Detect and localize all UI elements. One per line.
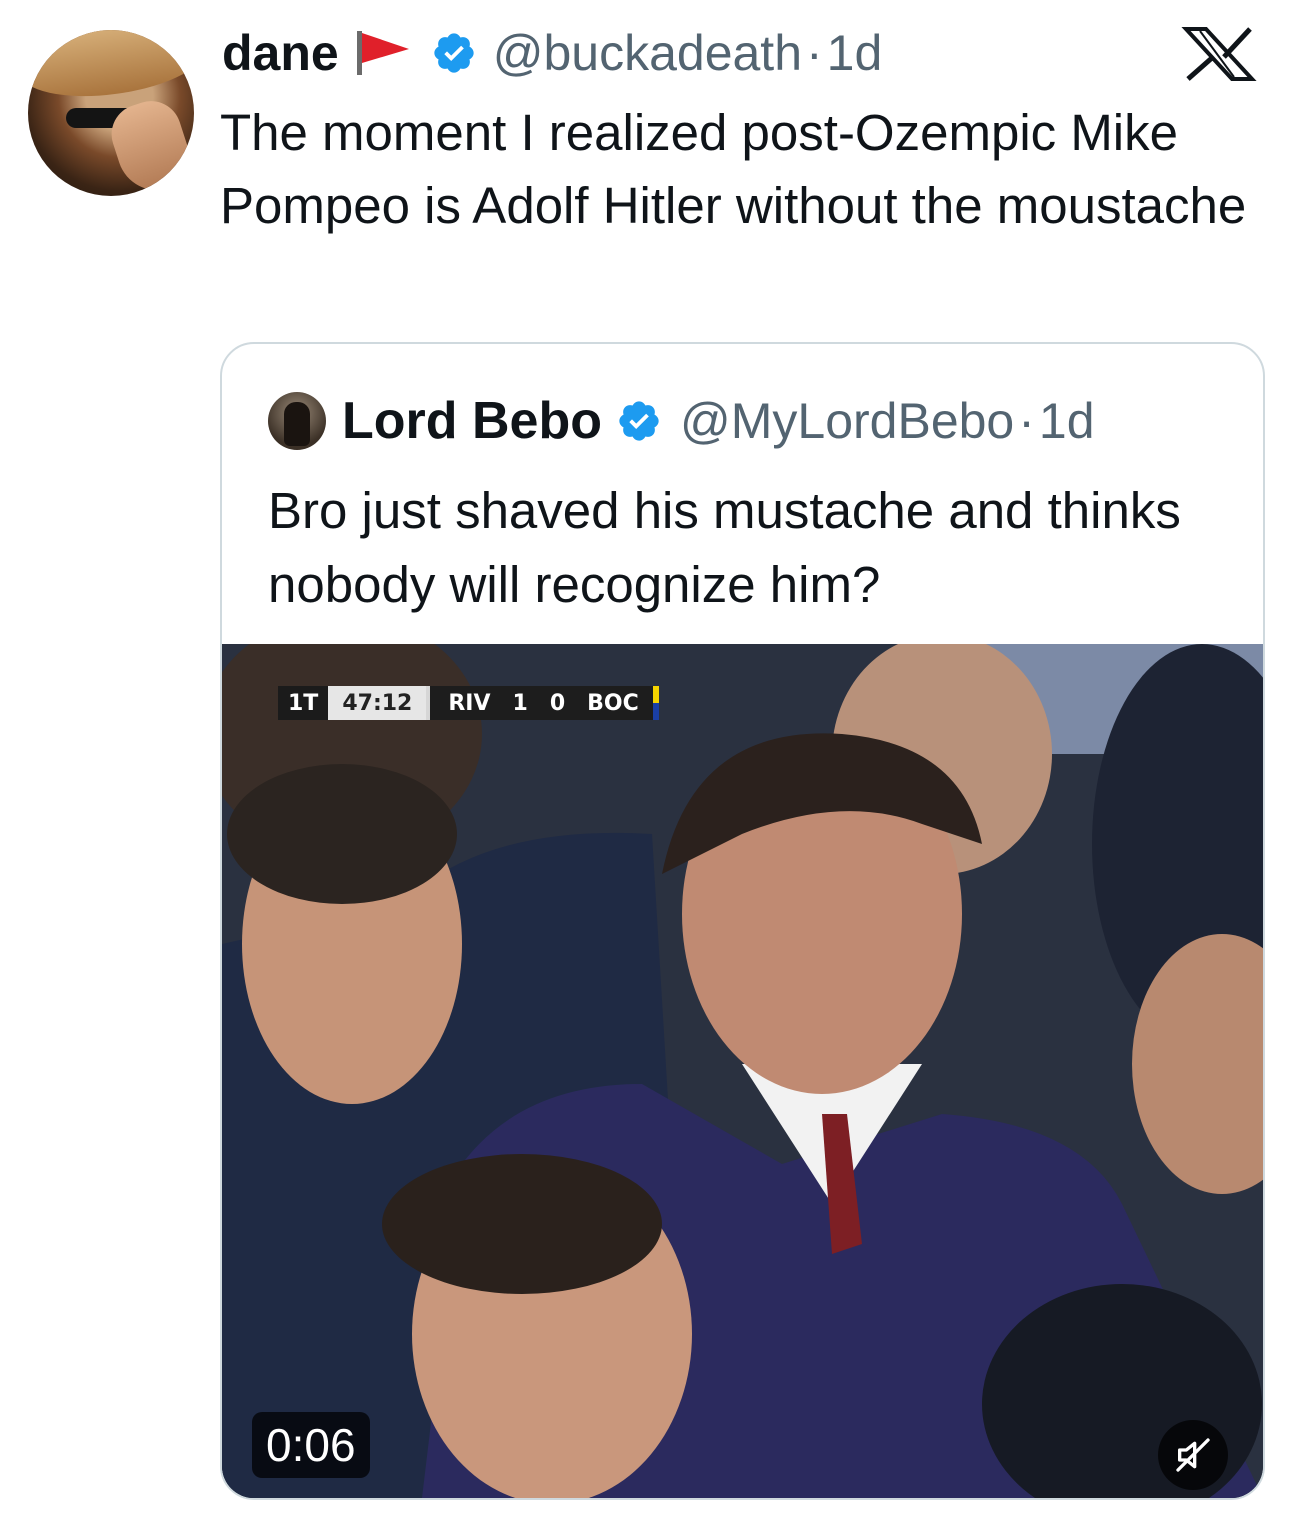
red-flag-icon xyxy=(356,31,409,75)
scoreboard-period: 1T xyxy=(278,686,329,720)
x-logo-icon[interactable] xyxy=(1180,26,1258,82)
team-color-bars xyxy=(652,686,659,720)
quoted-tweet-header: Lord Bebo @MyLordBebo · 1d xyxy=(268,392,1095,450)
meta-separator: · xyxy=(1018,393,1035,449)
author-avatar[interactable] xyxy=(28,30,194,196)
video-frame xyxy=(222,644,1263,1498)
tweet-time[interactable]: 1d xyxy=(827,24,883,82)
away-score: 0 xyxy=(549,690,566,716)
tweet-header: dane @buckadeath · 1d xyxy=(222,22,882,84)
quoted-author-handle[interactable]: @MyLordBebo xyxy=(680,392,1014,450)
home-score: 1 xyxy=(512,690,528,716)
scoreboard-score: RIV 1 0 BOC xyxy=(426,686,653,720)
verified-badge-icon xyxy=(434,33,474,73)
quoted-author-avatar[interactable] xyxy=(268,392,326,450)
meta-separator: · xyxy=(806,25,823,81)
quoted-tweet-time[interactable]: 1d xyxy=(1039,392,1095,450)
quoted-tweet-card[interactable]: Lord Bebo @MyLordBebo · 1d Bro just shav… xyxy=(220,342,1265,1500)
video-duration: 0:06 xyxy=(252,1412,370,1478)
home-team: RIV xyxy=(448,690,491,716)
quoted-tweet-text: Bro just shaved his mustache and thinks … xyxy=(268,482,1181,613)
muted-speaker-icon xyxy=(1176,1438,1210,1472)
author-name[interactable]: dane xyxy=(222,24,339,82)
video-player[interactable]: 1T 47:12 RIV 1 0 BOC 0:06 xyxy=(222,644,1263,1498)
verified-badge-icon xyxy=(619,401,659,441)
scoreboard: 1T 47:12 RIV 1 0 BOC xyxy=(278,686,659,720)
away-team: BOC xyxy=(587,690,639,716)
scoreboard-clock: 47:12 xyxy=(328,686,427,720)
tweet-text: The moment I realized post-Ozempic Mike … xyxy=(220,104,1247,234)
mute-toggle-button[interactable] xyxy=(1158,1420,1228,1490)
author-handle[interactable]: @buckadeath xyxy=(493,24,802,82)
quoted-author-name[interactable]: Lord Bebo xyxy=(342,391,602,451)
